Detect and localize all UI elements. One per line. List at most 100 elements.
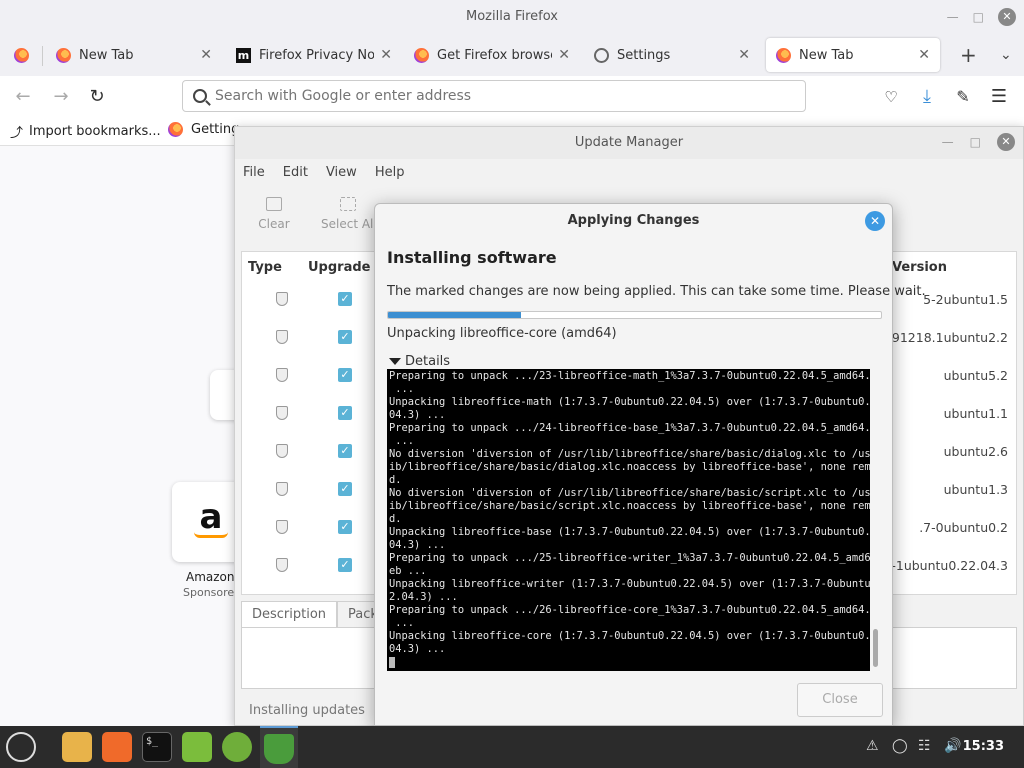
tab-description[interactable]: Description: [241, 601, 338, 627]
menu-view[interactable]: View: [326, 165, 357, 180]
window-title: Mozilla Firefox: [466, 9, 558, 24]
close-icon[interactable]: ✕: [998, 8, 1016, 26]
close-button[interactable]: Close: [797, 683, 883, 717]
extensions-button[interactable]: ✎: [950, 84, 976, 110]
menu-edit[interactable]: Edit: [283, 165, 308, 180]
tab-label: Get Firefox browser: [437, 47, 553, 63]
arrow-right-icon: →: [53, 86, 69, 107]
notification-icon[interactable]: ⚠: [866, 738, 879, 754]
upgrade-checkbox[interactable]: ✓: [338, 330, 352, 344]
maximize-icon[interactable]: □: [970, 135, 981, 149]
tab-close-icon[interactable]: ✕: [558, 47, 570, 63]
downloads-button[interactable]: ⤓: [914, 84, 940, 110]
network-icon[interactable]: ☷: [918, 738, 931, 754]
progress-fill: [388, 312, 522, 318]
upgrade-checkbox[interactable]: ✓: [338, 368, 352, 382]
tab-pinned-firefox[interactable]: [4, 38, 40, 72]
tab-close-icon[interactable]: ✕: [380, 47, 392, 63]
upgrade-checkbox[interactable]: ✓: [338, 406, 352, 420]
tab-privacy-notice[interactable]: m Firefox Privacy Notice ✕: [226, 38, 402, 72]
progress-bar: [387, 311, 882, 319]
upgrade-checkbox[interactable]: ✓: [338, 444, 352, 458]
close-icon[interactable]: ✕: [997, 133, 1015, 151]
terminal-scrollbar[interactable]: [873, 629, 878, 667]
url-input[interactable]: [215, 88, 775, 104]
tab-new-tab[interactable]: New Tab ✕: [46, 38, 222, 72]
firefox-launcher-icon[interactable]: [102, 732, 132, 762]
version-cell: ubuntu2.6: [943, 444, 1008, 459]
tab-settings[interactable]: Settings ✕: [584, 38, 760, 72]
plus-icon: +: [960, 43, 977, 67]
reload-button[interactable]: ↻: [84, 84, 110, 110]
pocket-button[interactable]: ♡: [878, 84, 904, 110]
minimize-icon[interactable]: —: [947, 0, 959, 34]
applying-changes-dialog: Applying Changes ✕ Installing software T…: [374, 203, 926, 726]
clock[interactable]: 15:33: [963, 739, 1004, 754]
bookmark-label: Getting: [191, 122, 240, 137]
chevron-down-icon: ⌄: [1000, 47, 1012, 63]
mint-menu-icon[interactable]: [6, 732, 36, 762]
tab-close-icon[interactable]: ✕: [918, 47, 930, 63]
column-version[interactable]: Version: [892, 260, 947, 275]
progress-status: Unpacking libreoffice-core (amd64): [387, 326, 617, 341]
details-expander[interactable]: Details: [389, 354, 450, 369]
clear-icon: [266, 197, 282, 211]
dialog-title: Applying Changes: [567, 213, 700, 228]
folder-icon[interactable]: [62, 732, 92, 762]
menu-help[interactable]: Help: [375, 165, 405, 180]
select-all-button[interactable]: Select All: [321, 195, 375, 231]
terminal-prompt-label: $_: [146, 736, 159, 747]
reload-icon: ↻: [89, 86, 105, 107]
details-label: Details: [405, 354, 451, 369]
new-tab-button[interactable]: +: [950, 38, 980, 72]
tab-label: New Tab: [799, 47, 854, 63]
column-type[interactable]: Type: [248, 260, 282, 275]
tab-get-firefox[interactable]: Get Firefox browser ✕: [404, 38, 580, 72]
forward-button[interactable]: →: [48, 84, 74, 110]
column-upgrade[interactable]: Upgrade: [308, 260, 370, 275]
firefox-icon: [168, 122, 183, 137]
firefox-icon: [56, 47, 71, 63]
shield-tray-icon[interactable]: ◯: [892, 738, 908, 754]
url-bar[interactable]: [182, 80, 806, 112]
mintinstall-icon[interactable]: [182, 732, 212, 762]
puzzle-icon: ✎: [956, 87, 970, 106]
menu-button[interactable]: ☰: [986, 84, 1012, 110]
amazon-smile-icon: [194, 532, 228, 538]
clear-button[interactable]: Clear: [239, 195, 309, 231]
dialog-close-icon[interactable]: ✕: [865, 211, 885, 231]
triangle-down-icon: [389, 358, 401, 365]
window-controls: — □ ✕: [947, 0, 1016, 34]
upgrade-checkbox[interactable]: ✓: [338, 558, 352, 572]
shield-icon: [276, 330, 288, 344]
maximize-icon[interactable]: □: [973, 0, 984, 34]
minimize-icon[interactable]: —: [942, 135, 954, 149]
taskbar-active-item[interactable]: [260, 726, 298, 768]
upgrade-checkbox[interactable]: ✓: [338, 520, 352, 534]
tab-close-icon[interactable]: ✕: [738, 47, 750, 63]
tab-label: Settings: [617, 47, 671, 63]
menu-file[interactable]: File: [243, 165, 265, 180]
calculator-icon[interactable]: [222, 732, 252, 762]
shield-icon: [276, 406, 288, 420]
back-button[interactable]: ←: [10, 84, 36, 110]
dialog-message: The marked changes are now being applied…: [387, 284, 926, 299]
tab-close-icon[interactable]: ✕: [200, 47, 212, 63]
amazon-logo-icon: a: [199, 497, 223, 537]
upgrade-checkbox[interactable]: ✓: [338, 292, 352, 306]
terminal-icon[interactable]: $_: [142, 732, 172, 762]
tile-sponsored-label: Sponsored: [183, 586, 242, 599]
download-icon: ⤓: [923, 86, 931, 107]
tile-label: Amazon: [186, 570, 235, 584]
shield-icon: [276, 292, 288, 306]
update-manager-shield-icon: [264, 734, 294, 764]
tab-new-tab-active[interactable]: New Tab ✕: [766, 38, 940, 72]
upgrade-checkbox[interactable]: ✓: [338, 482, 352, 496]
menu-bar: File Edit View Help: [243, 165, 404, 180]
volume-icon[interactable]: 🔊: [944, 738, 961, 754]
list-all-tabs-button[interactable]: ⌄: [990, 38, 1020, 72]
terminal-cursor: [389, 656, 395, 668]
bookmark-getting-started[interactable]: Getting: [168, 122, 239, 137]
terminal-output[interactable]: Preparing to unpack .../23-libreoffice-m…: [387, 369, 870, 671]
bookmark-import[interactable]: ⤴ Import bookmarks...: [10, 122, 161, 141]
